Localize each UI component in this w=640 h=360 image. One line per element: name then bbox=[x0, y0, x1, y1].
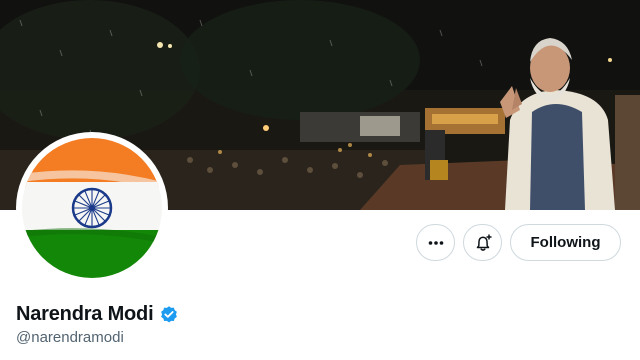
bell-plus-icon bbox=[476, 234, 491, 251]
more-button[interactable] bbox=[416, 224, 455, 261]
notifications-button[interactable] bbox=[463, 224, 502, 261]
profile-name-row: Narendra Modi bbox=[16, 303, 179, 326]
avatar-image bbox=[22, 138, 162, 278]
following-button[interactable]: Following bbox=[510, 224, 621, 261]
display-name: Narendra Modi bbox=[16, 303, 154, 325]
following-label: Following bbox=[530, 234, 601, 251]
profile-handle: @narendramodi bbox=[16, 329, 124, 346]
profile-avatar[interactable] bbox=[16, 132, 168, 284]
indian-flag-image bbox=[22, 138, 162, 278]
verified-badge-icon[interactable] bbox=[159, 305, 179, 325]
more-dots-icon bbox=[428, 240, 443, 245]
